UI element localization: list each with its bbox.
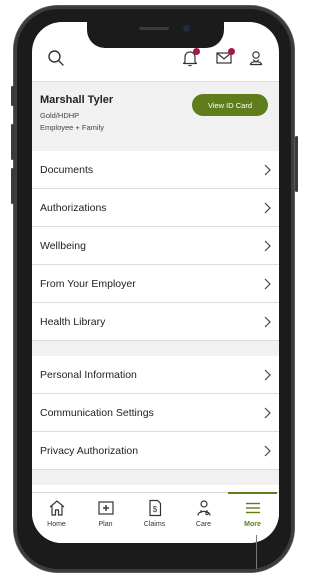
notch: [87, 22, 224, 48]
tab-label: Plan: [98, 521, 113, 528]
menu-item-label: Communication Settings: [40, 406, 154, 419]
tab-label: More: [244, 521, 261, 528]
profile-icon[interactable]: [244, 46, 268, 70]
section-divider: [32, 341, 279, 356]
side-button: [295, 136, 298, 192]
tab-plan[interactable]: Plan: [81, 493, 130, 543]
chevron-right-icon: [264, 240, 271, 251]
tab-claims[interactable]: $ Claims: [130, 493, 179, 543]
mail-icon[interactable]: [212, 46, 236, 70]
menu-item-from-your-employer[interactable]: From Your Employer: [32, 265, 279, 303]
plan-name: Gold/HDHP: [40, 111, 80, 120]
menu-icon: [245, 502, 260, 514]
tab-label: Care: [195, 521, 212, 528]
tab-label: Claims: [143, 521, 166, 528]
speaker: [139, 27, 169, 30]
top-bar: [32, 46, 279, 80]
menu-item-communication-settings[interactable]: Communication Settings: [32, 394, 279, 432]
home-icon: [49, 500, 64, 516]
notification-bell-icon[interactable]: [178, 46, 202, 70]
app-screen: Marshall Tyler Gold/HDHP Employee + Fami…: [32, 22, 279, 543]
menu-item-label: Privacy Authorization: [40, 444, 139, 457]
coverage-type: Employee + Family: [40, 123, 104, 132]
camera: [183, 25, 190, 32]
menu-item-privacy-authorization[interactable]: Privacy Authorization: [32, 432, 279, 470]
side-button: [11, 124, 14, 160]
tab-care[interactable]: Care: [179, 493, 228, 543]
menu-group-account: Documents Authorizations Wellbeing From …: [32, 151, 279, 485]
member-name: Marshall Tyler: [40, 94, 114, 106]
section-divider: [32, 470, 279, 485]
plan-icon: [97, 501, 114, 515]
menu-item-wellbeing[interactable]: Wellbeing: [32, 227, 279, 265]
tab-more[interactable]: More: [228, 492, 277, 543]
menu-item-personal-information[interactable]: Personal Information: [32, 356, 279, 394]
menu-item-label: Documents: [40, 163, 94, 176]
care-icon: [196, 500, 211, 516]
menu-item-label: Health Library: [40, 315, 106, 328]
menu-item-documents[interactable]: Documents: [32, 151, 279, 189]
chevron-right-icon: [264, 316, 271, 327]
side-button: [11, 86, 14, 106]
bottom-tab-bar: Home Plan $ Claims Care More: [32, 492, 279, 543]
chevron-right-icon: [264, 202, 271, 213]
mail-badge: [228, 48, 235, 55]
chevron-right-icon: [264, 164, 271, 175]
menu-item-label: Personal Information: [40, 368, 137, 381]
menu-item-label: Wellbeing: [40, 239, 86, 252]
chevron-right-icon: [264, 278, 271, 289]
profile-card: Marshall Tyler Gold/HDHP Employee + Fami…: [32, 81, 279, 151]
chevron-right-icon: [264, 407, 271, 418]
tab-home[interactable]: Home: [32, 493, 81, 543]
search-icon[interactable]: [44, 46, 68, 70]
tab-label: Home: [47, 521, 66, 528]
menu-item-label: Authorizations: [40, 201, 107, 214]
menu-item-health-library[interactable]: Health Library: [32, 303, 279, 341]
claims-icon: $: [148, 499, 161, 517]
chevron-right-icon: [264, 369, 271, 380]
side-button: [11, 168, 14, 204]
pointer-line: [256, 535, 257, 569]
chevron-right-icon: [264, 445, 271, 456]
view-id-card-button[interactable]: View ID Card: [192, 94, 268, 116]
svg-text:$: $: [152, 505, 157, 514]
menu-item-label: From Your Employer: [40, 277, 136, 290]
notification-badge: [193, 48, 200, 55]
menu-item-authorizations[interactable]: Authorizations: [32, 189, 279, 227]
